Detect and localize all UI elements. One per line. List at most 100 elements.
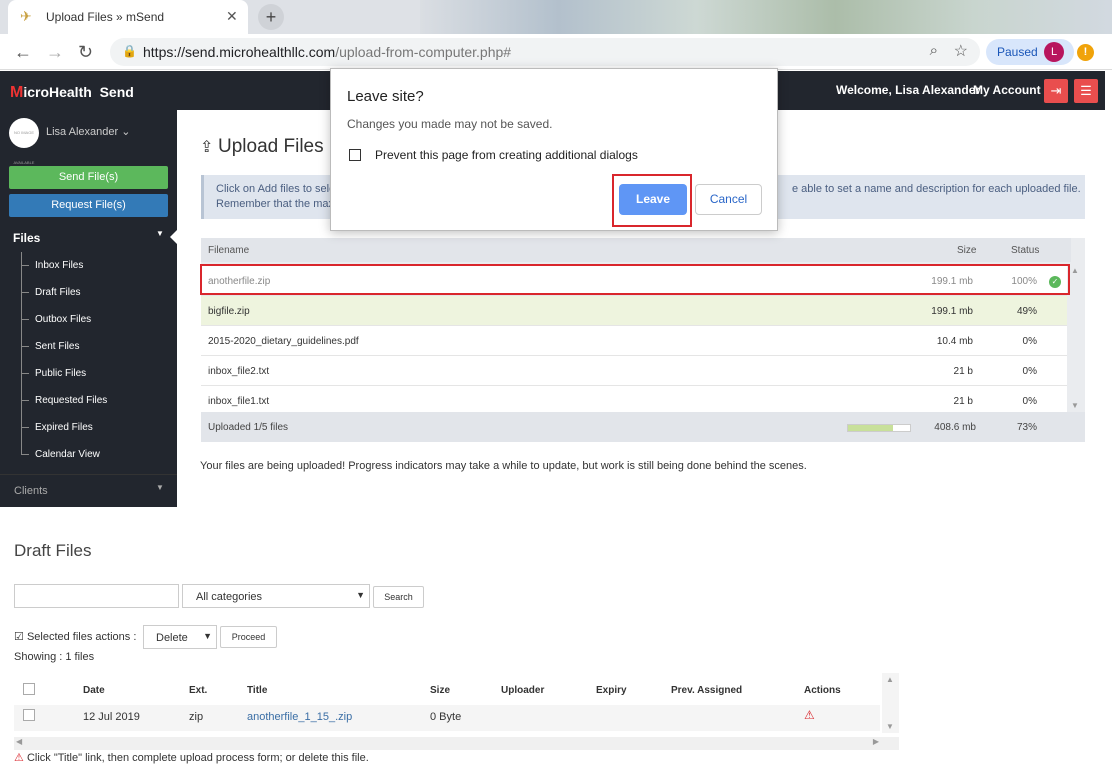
warning-icon[interactable]: ⚠: [804, 708, 815, 722]
scroll-down-icon[interactable]: ▼: [1071, 401, 1079, 410]
sidebar-item-public[interactable]: Public Files: [0, 360, 177, 387]
brand-logo[interactable]: MicroHealth Send: [10, 84, 134, 102]
sidebar-item-label: Inbox Files: [35, 260, 84, 271]
url-field[interactable]: 🔒 https://send.microhealthllc.com/upload…: [110, 38, 980, 66]
draft-footnote: ⚠ Click "Title" link, then complete uplo…: [14, 751, 369, 764]
column-header-filename: Filename: [208, 245, 250, 256]
upload-status: 0%: [1022, 336, 1037, 347]
column-header-status: Status: [1011, 245, 1040, 256]
column-header-title[interactable]: Title: [247, 685, 267, 696]
scroll-down-icon[interactable]: ▼: [886, 722, 894, 731]
warning-icon: ⚠: [14, 752, 24, 764]
row-size: 0 Byte: [430, 711, 462, 723]
selected-actions-label: ☑ Selected files actions :: [14, 630, 136, 643]
completed-row-highlight: [200, 264, 1070, 295]
sidebar-item-expired[interactable]: Expired Files: [0, 414, 177, 441]
url-path: /upload-from-computer.php#: [335, 44, 512, 60]
upload-filename: inbox_file1.txt: [208, 396, 270, 407]
request-files-button[interactable]: Request File(s): [9, 194, 168, 217]
tab-title: Upload Files » mSend: [46, 10, 165, 24]
column-header-date[interactable]: Date: [83, 685, 105, 696]
select-all-checkbox[interactable]: [23, 683, 35, 695]
uploaded-count: Uploaded 1/5 files: [208, 422, 289, 433]
user-name: Lisa Alexander: [46, 126, 119, 138]
logout-icon[interactable]: ⇥: [1044, 79, 1068, 103]
update-alert-icon[interactable]: !: [1077, 44, 1094, 61]
prevent-dialogs-checkbox[interactable]: [349, 149, 361, 161]
column-header-expiry[interactable]: Expiry: [596, 685, 627, 696]
proceed-button[interactable]: Proceed: [220, 626, 277, 648]
upload-status: 49%: [1016, 306, 1037, 317]
clients-section-header[interactable]: Clients ▼: [0, 474, 177, 507]
sidebar-item-sent[interactable]: Sent Files: [0, 333, 177, 360]
avatar: NO IMAGE AVAILABLE: [9, 118, 39, 165]
draft-table-vscrollbar[interactable]: ▲ ▼: [882, 673, 899, 733]
user-menu[interactable]: Lisa Alexander ⌄: [46, 125, 130, 138]
search-input[interactable]: [14, 584, 179, 608]
sidebar-item-inbox[interactable]: Inbox Files: [0, 252, 177, 279]
scroll-up-icon[interactable]: ▲: [886, 675, 894, 684]
back-icon[interactable]: ←: [14, 42, 32, 63]
dropdown-arrow-icon: ▼: [356, 590, 365, 600]
reload-icon[interactable]: ↻: [78, 42, 93, 63]
page-title: ⇪ Upload Files: [200, 136, 324, 158]
upload-status: 0%: [1022, 396, 1037, 407]
total-size: 408.6 mb: [934, 422, 976, 433]
row-title-link[interactable]: anotherfile_1_15_.zip: [247, 711, 352, 723]
close-tab-icon[interactable]: ✕: [226, 8, 238, 25]
leave-button[interactable]: Leave: [619, 184, 687, 215]
bookmark-star-icon[interactable]: ☆: [954, 41, 968, 61]
column-header-prev-assigned[interactable]: Prev. Assigned: [671, 685, 742, 696]
prevent-dialogs-label[interactable]: Prevent this page from creating addition…: [375, 148, 638, 162]
welcome-text: Welcome, Lisa Alexander: [836, 83, 981, 97]
sidebar-item-label: Public Files: [35, 368, 87, 379]
sidebar-item-label: Sent Files: [35, 341, 80, 352]
draft-table-hscrollbar[interactable]: ◀ ▶: [14, 737, 899, 750]
column-header-size[interactable]: Size: [430, 685, 450, 696]
sidebar-item-calendar[interactable]: Calendar View: [0, 441, 177, 468]
profile-status: Paused: [997, 45, 1038, 59]
zoom-icon[interactable]: ⌕: [930, 42, 938, 59]
cancel-button[interactable]: Cancel: [695, 184, 762, 215]
brand-initial: M: [10, 84, 24, 101]
my-account-link[interactable]: My Account: [973, 83, 1041, 97]
site-favicon-icon: ✈: [20, 8, 32, 24]
page-title-text: Upload Files: [218, 136, 324, 157]
upload-row: bigfile.zip 199.1 mb 49%: [201, 296, 1067, 326]
lock-icon[interactable]: 🔒: [122, 44, 137, 58]
column-header-uploader[interactable]: Uploader: [501, 685, 544, 696]
files-section-label: Files: [13, 231, 41, 245]
sidebar-item-label: Requested Files: [35, 395, 108, 406]
upload-size: 21 b: [953, 366, 973, 377]
scroll-right-icon[interactable]: ▶: [873, 737, 879, 746]
dropdown-arrow-icon: ▼: [203, 631, 212, 641]
selected-actions-text: Selected files actions :: [26, 631, 137, 643]
profile-button[interactable]: Paused L: [986, 39, 1074, 65]
category-select[interactable]: All categories ▼: [182, 584, 370, 608]
sidebar-item-requested[interactable]: Requested Files: [0, 387, 177, 414]
scroll-left-icon[interactable]: ◀: [16, 737, 22, 746]
browser-tab[interactable]: ✈ Upload Files » mSend ✕: [8, 0, 248, 34]
draft-files-title: Draft Files: [14, 541, 92, 560]
sidebar-item-outbox[interactable]: Outbox Files: [0, 306, 177, 333]
column-header-ext[interactable]: Ext.: [189, 685, 207, 696]
scroll-up-icon[interactable]: ▲: [1071, 266, 1079, 275]
checkbox-icon: ☑: [14, 631, 24, 643]
caret-down-icon: ▼: [156, 483, 164, 492]
new-tab-button[interactable]: +: [258, 4, 284, 30]
sidebar-item-draft[interactable]: Draft Files: [0, 279, 177, 306]
upload-table-scrollbar[interactable]: ▲ ▼: [1069, 266, 1083, 410]
info-line-1: Click on Add files to sele: [216, 183, 336, 195]
url-host: https://send.microhealthllc.com: [143, 44, 336, 60]
action-selected: Delete: [156, 632, 188, 644]
search-button[interactable]: Search: [373, 586, 424, 608]
active-section-notch: [170, 230, 177, 244]
send-files-button[interactable]: Send File(s): [9, 166, 168, 189]
dialog-title: Leave site?: [347, 88, 424, 105]
forward-icon[interactable]: →: [46, 42, 64, 63]
action-select[interactable]: Delete ▼: [143, 625, 217, 649]
files-section-header[interactable]: Files ▼: [0, 226, 177, 248]
browser-tab-strip: ✈ Upload Files » mSend ✕ +: [0, 0, 1112, 34]
row-checkbox[interactable]: [23, 709, 35, 721]
menu-icon[interactable]: ☰: [1074, 79, 1098, 103]
